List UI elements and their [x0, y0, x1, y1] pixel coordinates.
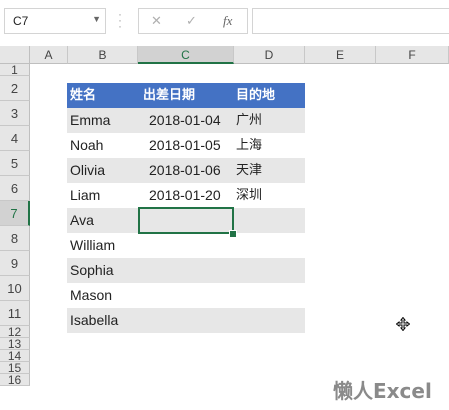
row-header-7[interactable]: 7	[0, 201, 30, 226]
fill-handle[interactable]	[229, 230, 237, 238]
formula-buttons: ✕ ✓ fx	[138, 8, 248, 34]
cell-name[interactable]: William	[70, 233, 115, 258]
cell-destination[interactable]: 天津	[236, 158, 262, 183]
column-header-f[interactable]: F	[376, 46, 449, 64]
header-name[interactable]: 姓名	[70, 83, 96, 108]
name-box-value: C7	[13, 14, 29, 28]
row-header-8[interactable]: 8	[0, 226, 30, 251]
cell-name[interactable]: Ava	[70, 208, 94, 233]
row-header-3[interactable]: 3	[0, 101, 30, 126]
active-cell-selection[interactable]	[138, 207, 234, 234]
row-header-1[interactable]: 1	[0, 64, 30, 76]
row-header-5[interactable]: 5	[0, 151, 30, 176]
column-header-d[interactable]: D	[234, 46, 305, 64]
cancel-icon[interactable]: ✕	[151, 13, 162, 29]
cell-name[interactable]: Liam	[70, 183, 100, 208]
formula-bar: C7 ▼ · · · ✕ ✓ fx	[0, 0, 449, 46]
watermark: 懒人Excel	[333, 379, 432, 403]
column-header-b[interactable]: B	[68, 46, 138, 64]
row-header-16[interactable]: 16	[0, 374, 30, 386]
cell-date[interactable]: 2018-01-04	[149, 108, 221, 133]
chevron-down-icon[interactable]: ▼	[92, 14, 101, 24]
cell-destination[interactable]: 广州	[236, 108, 262, 133]
cell-name[interactable]: Mason	[70, 283, 112, 308]
cell-date[interactable]: 2018-01-05	[149, 133, 221, 158]
row-header-10[interactable]: 10	[0, 276, 30, 301]
move-cursor-icon	[396, 317, 410, 331]
cell-name[interactable]: Noah	[70, 133, 103, 158]
drag-handle-icon[interactable]: · · ·	[118, 8, 124, 32]
cell-name[interactable]: Emma	[70, 108, 110, 133]
row-header-6[interactable]: 6	[0, 176, 30, 201]
select-all-corner[interactable]	[0, 46, 30, 64]
insert-function-icon[interactable]: fx	[223, 13, 232, 29]
cell-destination[interactable]: 上海	[236, 133, 262, 158]
row-header-9[interactable]: 9	[0, 251, 30, 276]
cell-name[interactable]: Isabella	[70, 308, 118, 333]
cell-name[interactable]: Sophia	[70, 258, 114, 283]
column-header-a[interactable]: A	[30, 46, 68, 64]
column-header-e[interactable]: E	[305, 46, 376, 64]
row-header-4[interactable]: 4	[0, 126, 30, 151]
cell-name[interactable]: Olivia	[70, 158, 105, 183]
cell-destination[interactable]: 深圳	[236, 183, 262, 208]
header-destination[interactable]: 目的地	[236, 83, 275, 108]
formula-input[interactable]	[252, 8, 449, 34]
name-box[interactable]: C7 ▼	[4, 8, 106, 34]
cell-date[interactable]: 2018-01-06	[149, 158, 221, 183]
worksheet-grid[interactable]: ABCDEF 1 2 3 4 5 6 7 8 9 10 11 12 13 14 15 16 姓名 出差日期 目…	[0, 46, 449, 410]
cell-date[interactable]: 2018-01-20	[149, 183, 221, 208]
row-header-11[interactable]: 11	[0, 301, 30, 326]
column-header-c[interactable]: C	[138, 46, 234, 64]
row-header-2[interactable]: 2	[0, 76, 30, 101]
enter-icon[interactable]: ✓	[186, 13, 197, 29]
header-date[interactable]: 出差日期	[143, 83, 195, 108]
